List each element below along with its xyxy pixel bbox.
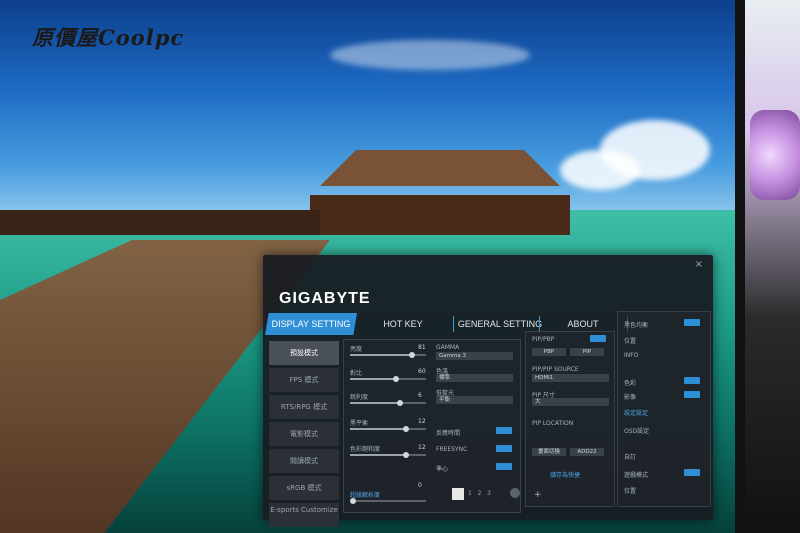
crosshair-label: 準心: [436, 466, 449, 473]
mode-rts-rpg[interactable]: RTS/RPG 模式: [269, 395, 339, 419]
eyedropper-icon[interactable]: [510, 488, 520, 498]
setting-row: 黑色均衡: [624, 322, 649, 329]
tab-divider: [539, 316, 540, 332]
setting-toggle[interactable]: [684, 377, 700, 384]
distant-huts: [0, 210, 320, 235]
black-equalizer-label: 黑平衡: [350, 420, 369, 427]
super-resolution-value: 0: [418, 482, 422, 489]
monitor-bezel: [735, 0, 745, 533]
freesync-toggle[interactable]: [496, 445, 512, 452]
page-selector: 1 2 3: [468, 490, 491, 497]
crosshair-toggle[interactable]: [496, 463, 512, 470]
black-equalizer-value: 12: [418, 418, 426, 425]
setting-toggle[interactable]: [684, 469, 700, 476]
picture-panel: 亮度 81 對比 60 銳利度 6 黑平衡 12 色彩飽和度 12 超級解析度 …: [343, 339, 521, 513]
setting-row: 位置: [624, 488, 637, 495]
watermark-logo: 原價屋Coolpc: [32, 25, 185, 50]
mode-srgb[interactable]: sRGB 模式: [269, 476, 339, 500]
mode-esports-customize[interactable]: E-sports Customize: [269, 503, 339, 527]
setting-row: OSD設定: [624, 428, 650, 435]
super-resolution-slider[interactable]: [350, 498, 426, 504]
close-icon[interactable]: ×: [695, 259, 703, 270]
brightness-value: 81: [418, 344, 426, 351]
overdrive-toggle[interactable]: [496, 427, 512, 434]
setting-row: 自訂: [624, 454, 637, 461]
freesync-label: FREESYNC: [436, 446, 468, 453]
brand-logo: GIGABYTE: [279, 290, 371, 307]
contrast-label: 對比: [350, 370, 363, 377]
overdrive-label: 反應時間: [436, 430, 461, 437]
color-temp-dropdown[interactable]: 標準: [436, 374, 513, 382]
pip-pbp-label: PIP/PBP: [532, 336, 555, 343]
black-equalizer-slider[interactable]: [350, 426, 426, 432]
settings-link[interactable]: 設定設定: [624, 408, 648, 417]
setting-row: 位置: [624, 338, 637, 345]
tab-hot-key[interactable]: HOT KEY: [363, 313, 443, 335]
page-3[interactable]: 3: [487, 490, 491, 497]
osd-window: × GIGABYTE DISPLAY SETTING HOT KEY GENER…: [263, 255, 713, 527]
pip-size-dropdown[interactable]: 大: [532, 398, 609, 406]
cloud: [330, 40, 530, 70]
sharpness-slider[interactable]: [350, 400, 426, 406]
system-panel: 黑色均衡 位置 INFO 色彩 影像 設定設定 OSD設定 自訂 遊戲模式 位置: [617, 311, 711, 507]
setting-row: 色彩: [624, 380, 637, 387]
add-icon[interactable]: +: [534, 490, 542, 500]
mode-standard[interactable]: 預設模式: [269, 341, 339, 365]
setting-toggle[interactable]: [684, 319, 700, 326]
pip-source-label: PIP/PIP SOURCE: [532, 366, 579, 373]
overwater-hut: [310, 195, 570, 235]
tab-divider: [453, 316, 454, 332]
tab-display-setting[interactable]: DISPLAY SETTING: [265, 313, 357, 335]
sharpness-value: 6: [418, 392, 422, 399]
pip-source-dropdown[interactable]: HDMI1: [532, 374, 609, 382]
setting-row: INFO: [624, 352, 639, 359]
pbp-button[interactable]: PBP: [532, 348, 566, 356]
page-1[interactable]: 1: [468, 490, 472, 497]
color-swatch[interactable]: [452, 488, 464, 500]
gamma-dropdown[interactable]: Gamma 3: [436, 352, 513, 360]
swap-button[interactable]: 畫面切換: [532, 448, 566, 456]
page-2[interactable]: 2: [478, 490, 482, 497]
saturation-value: 12: [418, 444, 426, 451]
mode-fps[interactable]: FPS 模式: [269, 368, 339, 392]
contrast-slider[interactable]: [350, 376, 426, 382]
desk-background: [745, 0, 800, 533]
pip-pbp-toggle[interactable]: [590, 335, 606, 342]
setting-row: 遊戲模式: [624, 472, 649, 479]
low-blue-light-dropdown[interactable]: 平衡: [436, 396, 513, 404]
pip-secondary-button[interactable]: ADD22: [570, 448, 604, 456]
brightness-label: 亮度: [350, 346, 363, 353]
sharpness-label: 銳利度: [350, 394, 369, 401]
gamma-label: GAMMA: [436, 344, 460, 351]
mode-reader[interactable]: 閱讀模式: [269, 449, 339, 473]
rgb-cooler-fan: [750, 110, 800, 200]
mode-movie[interactable]: 電影模式: [269, 422, 339, 446]
cloud: [560, 150, 640, 190]
pip-location-label: PIP LOCATION: [532, 420, 574, 427]
pip-button[interactable]: PIP: [570, 348, 604, 356]
mode-list: 預設模式 FPS 模式 RTS/RPG 模式 電影模式 閱讀模式 sRGB 模式…: [269, 341, 339, 530]
saturation-label: 色彩飽和度: [350, 446, 381, 453]
setting-toggle[interactable]: [684, 391, 700, 398]
pip-panel: PIP/PBP PBP PIP PIP/PIP SOURCE HDMI1 PIP…: [525, 331, 615, 507]
saturation-slider[interactable]: [350, 452, 426, 458]
contrast-value: 60: [418, 368, 426, 375]
brightness-slider[interactable]: [350, 352, 426, 358]
save-shortcut-label[interactable]: 儲存為快捷: [550, 470, 580, 479]
setting-row: 影像: [624, 394, 637, 401]
